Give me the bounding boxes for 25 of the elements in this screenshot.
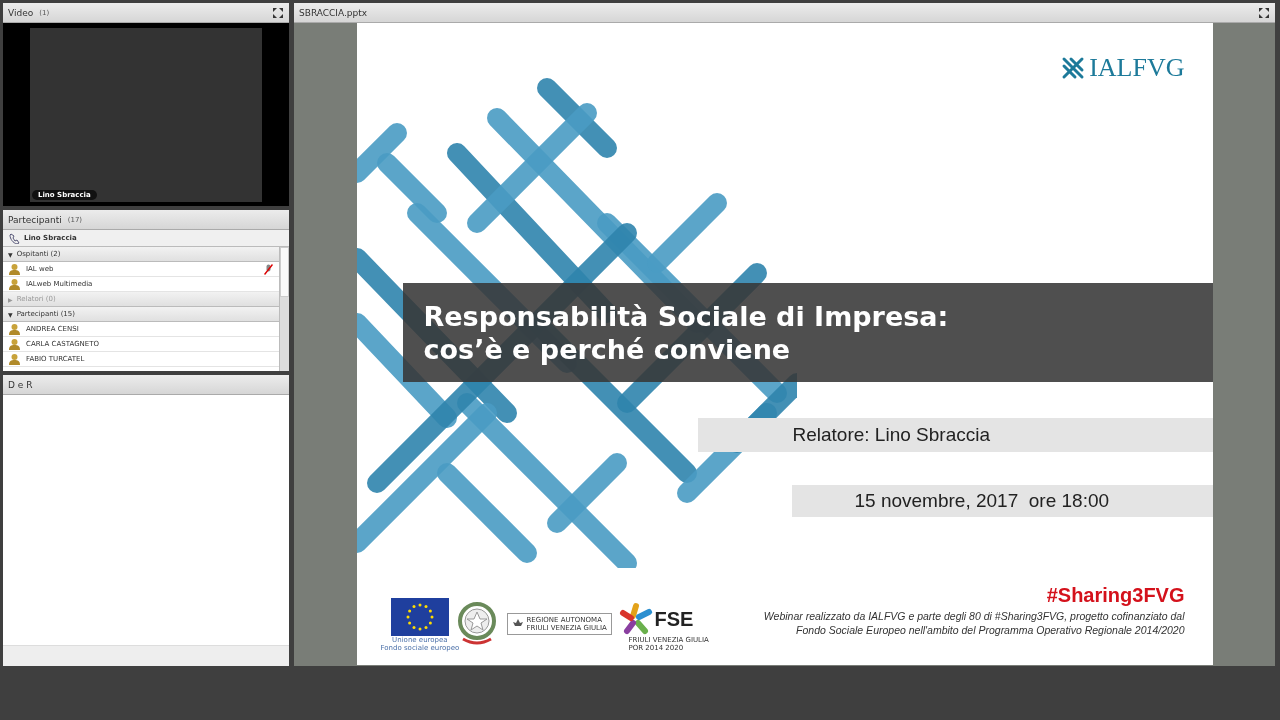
person-icon: [9, 278, 20, 290]
fse-logo-text: FSE: [654, 607, 694, 631]
date-text: 15 novembre, 2017 ore 18:00: [854, 490, 1111, 512]
person-icon: [9, 338, 20, 350]
panel-title: Video: [8, 7, 34, 18]
person-icon: [9, 323, 20, 335]
panel-title: Partecipanti: [8, 214, 62, 225]
speaker-text: Relatore: Lino Sbraccia: [792, 424, 991, 446]
eu-flag-icon: [390, 598, 449, 636]
slide-title: cos’è e perché conviene: [423, 332, 792, 366]
footer-text: Webinar realizzato da IALFVG e parte degli 80 di #Sharing3FVG, progetto cofinanziato dal: [763, 609, 1185, 623]
phone-icon: [9, 232, 20, 244]
person-icon: [9, 263, 20, 275]
person-icon: [9, 353, 20, 365]
footer-text: Fondo Sociale Europeo nell'ambito del Programma Operativo Regionale 2014/2020: [795, 623, 1185, 637]
scrollbar[interactable]: [279, 247, 289, 371]
hashtag: #Sharing3FVG: [1046, 584, 1185, 607]
logo-text: IALFVG: [1089, 53, 1185, 83]
fullscreen-icon[interactable]: [1258, 6, 1270, 19]
logo-icon: [1061, 56, 1086, 80]
panel-title: D e R: [8, 379, 33, 390]
star-logo-icon: [618, 602, 653, 636]
panel-title: SBRACCIA.pptx: [299, 7, 368, 18]
slide-title: Responsabilità Sociale di Impresa:: [423, 299, 950, 333]
fullscreen-icon[interactable]: [272, 6, 284, 19]
